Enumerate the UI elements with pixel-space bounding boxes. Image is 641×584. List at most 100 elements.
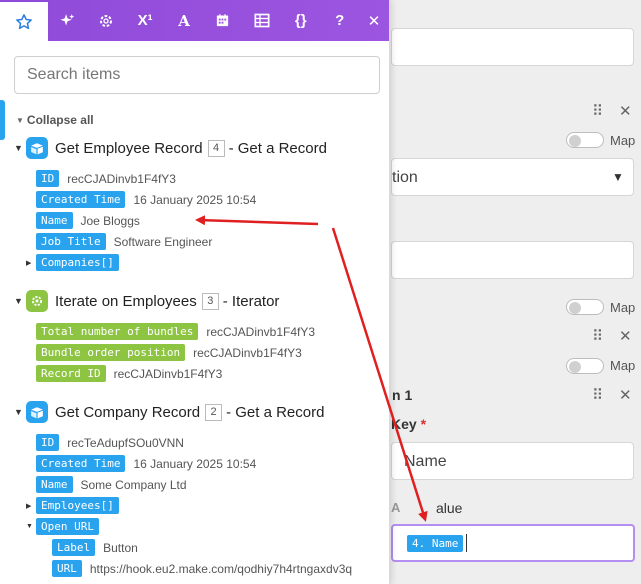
value-type-icon: A [391,500,401,515]
list-item[interactable]: ▼ Open URL [26,518,107,535]
help-icon[interactable]: ? [320,0,359,41]
map-label: Map [610,358,636,373]
airtable-icon [26,401,48,423]
module-header[interactable]: ▼ Get Company Record 2 - Get a Record [14,401,324,423]
select-value: tion [392,169,418,186]
caret-down-icon: ▼ [14,407,23,417]
list-item[interactable]: Job Title Software Engineer [36,233,212,250]
close-icon[interactable]: ✕ [359,0,389,41]
star-icon[interactable] [0,0,48,41]
item-key[interactable]: Name [36,476,73,493]
drag-handle-icon[interactable]: ⠿ [592,329,603,344]
gear-icon[interactable] [87,0,126,41]
item-key[interactable]: Record ID [36,365,106,382]
list-item[interactable]: Created Time 16 January 2025 10:54 [36,455,256,472]
item-value: recCJADinvb1F4fY3 [193,345,302,360]
collapse-all-button[interactable]: ▼ Collapse all [16,113,94,127]
collapse-all-label: Collapse all [26,113,94,127]
item-value: https://hook.eu2.make.com/qodhiy7h4rtnga… [89,561,353,576]
search-input[interactable] [15,57,379,93]
module-number: 2 [205,403,223,421]
text-cursor [466,534,468,552]
canvas-edge-marker [0,100,5,140]
item-key[interactable]: ID [36,170,60,187]
select-field[interactable]: tion ▼ [391,158,634,196]
list-item[interactable]: Label Button [52,539,138,556]
key-label-text: Key [391,416,417,432]
list-item[interactable]: Name Joe Bloggs [36,212,140,229]
map-toggle[interactable] [566,299,604,315]
calendar-icon[interactable] [204,0,243,41]
list-item[interactable]: ▶ Companies[] [26,254,127,271]
item-value: recCJADinvb1F4fY3 [67,171,176,186]
item-key[interactable]: URL [52,560,82,577]
item-key[interactable]: ID [36,434,60,451]
module-title: Get Company Record [55,403,201,421]
value-label: alue [436,500,463,516]
item-value: 16 January 2025 10:54 [133,456,257,471]
drag-handle-icon[interactable]: ⠿ [592,388,603,403]
item-value: 16 January 2025 10:54 [133,192,257,207]
item-key[interactable]: Created Time [36,191,126,208]
item-key[interactable]: Job Title [36,233,106,250]
item-value: recCJADinvb1F4fY3 [113,366,223,381]
item-key[interactable]: Companies[] [36,254,119,271]
list-item[interactable]: ▶ Employees[] [26,497,127,514]
caret-right-icon[interactable]: ▶ [26,259,36,267]
caret-down-icon: ▼ [14,296,23,306]
list-item[interactable]: URL https://hook.eu2.make.com/qodhiy7h4rt… [52,560,382,577]
search-box [14,56,380,94]
map-toggle[interactable] [566,358,604,374]
list-item[interactable]: Total number of bundles recCJADinvb1F4fY3 [36,323,315,340]
caret-right-icon[interactable]: ▶ [26,502,36,510]
module-header[interactable]: ▼ Iterate on Employees 3 - Iterator [14,290,279,312]
value-field[interactable]: 4. Name [391,524,635,562]
key-field[interactable]: Name [391,442,634,480]
required-mark: * [420,416,427,432]
item-key[interactable]: Total number of bundles [36,323,199,340]
superscript-icon[interactable]: X¹ [126,0,165,41]
item-key[interactable]: Bundle order position [36,344,186,361]
table-icon[interactable] [242,0,281,41]
airtable-icon [26,137,48,159]
text-field-middle[interactable] [391,241,634,279]
module-number: 4 [207,139,225,157]
list-item[interactable]: ID recTeAdupfSOu0VNN [36,434,184,451]
module-suffix: - Get a Record [228,139,327,157]
sparkles-icon[interactable] [48,0,87,41]
item-heading: n 1 [392,387,413,403]
list-item[interactable]: ID recCJADinvb1F4fY3 [36,170,176,187]
list-item[interactable]: Name Some Company Ltd [36,476,187,493]
item-value: Software Engineer [113,234,213,249]
item-key[interactable]: Open URL [36,518,99,535]
key-label: Key * [391,416,426,432]
item-key[interactable]: Created Time [36,455,126,472]
panel-tabbar: X¹ A {} ? ✕ [0,0,389,41]
module-title: Iterate on Employees [55,292,197,310]
remove-icon[interactable]: ✕ [619,388,632,403]
module-suffix: - Iterator [222,292,280,310]
module-header[interactable]: ▼ Get Employee Record 4 - Get a Record [14,137,327,159]
item-value: Joe Bloggs [80,213,140,228]
list-item[interactable]: Bundle order position recCJADinvb1F4fY3 [36,344,302,361]
mapped-item-pill[interactable]: 4. Name [407,534,464,552]
braces-icon[interactable]: {} [281,0,320,41]
item-key[interactable]: Label [52,539,96,556]
drag-handle-icon[interactable]: ⠿ [592,104,603,119]
list-item[interactable]: Record ID recCJADinvb1F4fY3 [36,365,222,382]
map-label: Map [610,300,636,315]
remove-icon[interactable]: ✕ [619,104,632,119]
item-key[interactable]: Employees[] [36,497,119,514]
text-field-top[interactable] [391,28,634,66]
item-value: recCJADinvb1F4fY3 [206,324,316,339]
remove-icon[interactable]: ✕ [619,329,632,344]
text-icon[interactable]: A [165,0,204,41]
list-item[interactable]: Created Time 16 January 2025 10:54 [36,191,256,208]
item-key[interactable]: Name [36,212,73,229]
map-toggle[interactable] [566,132,604,148]
key-value: Name [404,453,447,470]
caret-down-icon[interactable]: ▼ [26,523,36,530]
item-value: Some Company Ltd [80,477,187,492]
module-title: Get Employee Record [55,139,203,157]
module-number: 3 [201,292,219,310]
